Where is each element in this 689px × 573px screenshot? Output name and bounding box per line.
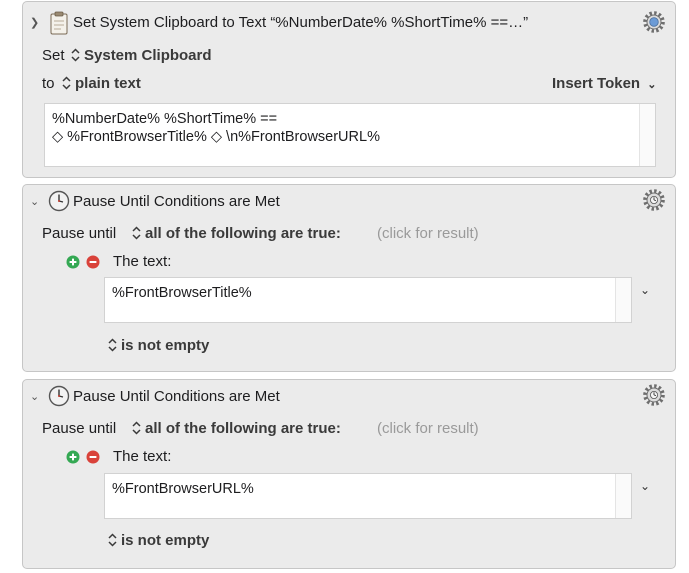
condition-test-value: is not empty: [121, 337, 210, 354]
text-field-line-1: %NumberDate% %ShortTime% ==: [52, 111, 278, 127]
stepper-icon: [132, 421, 141, 435]
condition-mode-value: all of the following are true:: [145, 420, 341, 437]
condition-mode-select[interactable]: all of the following are true:: [132, 225, 341, 242]
clipboard-icon: [50, 11, 68, 35]
action-pause-until-2: ⌄ Pause Until Conditions are Met Pause u…: [22, 379, 676, 569]
text-field-scrollbar[interactable]: [615, 278, 631, 322]
stepper-icon: [132, 226, 141, 240]
action-title[interactable]: Pause Until Conditions are Met: [73, 193, 280, 210]
condition-text-field[interactable]: %FrontBrowserTitle%: [104, 277, 632, 323]
text-field-scrollbar[interactable]: [639, 104, 655, 166]
text-field-scrollbar[interactable]: [615, 474, 631, 518]
clock-icon: [48, 190, 70, 212]
pause-until-label: Pause until: [42, 420, 117, 437]
gear-icon[interactable]: [642, 10, 666, 34]
pause-until-label: Pause until: [42, 225, 117, 242]
action-title[interactable]: Set System Clipboard to Text “%NumberDat…: [73, 14, 528, 31]
disclosure-triangle-icon[interactable]: ⌄: [30, 195, 39, 208]
to-label: to: [42, 75, 55, 92]
action-set-clipboard: ❯ Set System Clipboard to Text “%NumberD…: [22, 1, 676, 178]
disclosure-triangle-icon[interactable]: ⌄: [30, 390, 39, 403]
clipboard-select[interactable]: System Clipboard: [71, 47, 212, 64]
text-field-line-2: ◇ %FrontBrowserTitle% ◇ \n%FrontBrowserU…: [52, 129, 380, 145]
clock-icon: [48, 385, 70, 407]
stepper-icon: [62, 76, 71, 90]
set-label: Set: [42, 47, 65, 64]
chevron-down-icon[interactable]: ⌄: [640, 283, 650, 297]
condition-test-select[interactable]: is not empty: [108, 337, 209, 354]
text-format-value: plain text: [75, 75, 141, 92]
insert-token-label: Insert Token: [552, 75, 641, 92]
condition-label: The text:: [113, 448, 172, 465]
condition-text-value: %FrontBrowserURL%: [112, 481, 254, 497]
click-for-result-link[interactable]: (click for result): [377, 225, 479, 242]
click-for-result-link[interactable]: (click for result): [377, 420, 479, 437]
condition-text-value: %FrontBrowserTitle%: [112, 285, 252, 301]
condition-test-value: is not empty: [121, 532, 210, 549]
add-condition-icon[interactable]: [66, 255, 80, 269]
text-format-select[interactable]: plain text: [62, 75, 141, 92]
stepper-icon: [108, 533, 117, 547]
condition-text-field[interactable]: %FrontBrowserURL%: [104, 473, 632, 519]
gear-icon[interactable]: [642, 188, 666, 212]
action-title[interactable]: Pause Until Conditions are Met: [73, 388, 280, 405]
condition-mode-select[interactable]: all of the following are true:: [132, 420, 341, 437]
stepper-icon: [108, 338, 117, 352]
chevron-down-icon: ⌄: [647, 79, 657, 91]
clipboard-text-field[interactable]: %NumberDate% %ShortTime% == ◇ %FrontBrow…: [44, 103, 656, 167]
condition-label: The text:: [113, 253, 172, 270]
clipboard-select-value: System Clipboard: [84, 47, 212, 64]
stepper-icon: [71, 48, 80, 62]
condition-test-select[interactable]: is not empty: [108, 532, 209, 549]
chevron-down-icon[interactable]: ⌄: [640, 479, 650, 493]
insert-token-button[interactable]: Insert Token ⌄: [552, 75, 656, 92]
add-condition-icon[interactable]: [66, 450, 80, 464]
remove-condition-icon[interactable]: [86, 450, 100, 464]
disclosure-triangle-icon[interactable]: ❯: [30, 16, 39, 29]
action-pause-until-1: ⌄ Pause Until Conditions are Met Pause u…: [22, 184, 676, 372]
gear-icon[interactable]: [642, 383, 666, 407]
remove-condition-icon[interactable]: [86, 255, 100, 269]
condition-mode-value: all of the following are true:: [145, 225, 341, 242]
